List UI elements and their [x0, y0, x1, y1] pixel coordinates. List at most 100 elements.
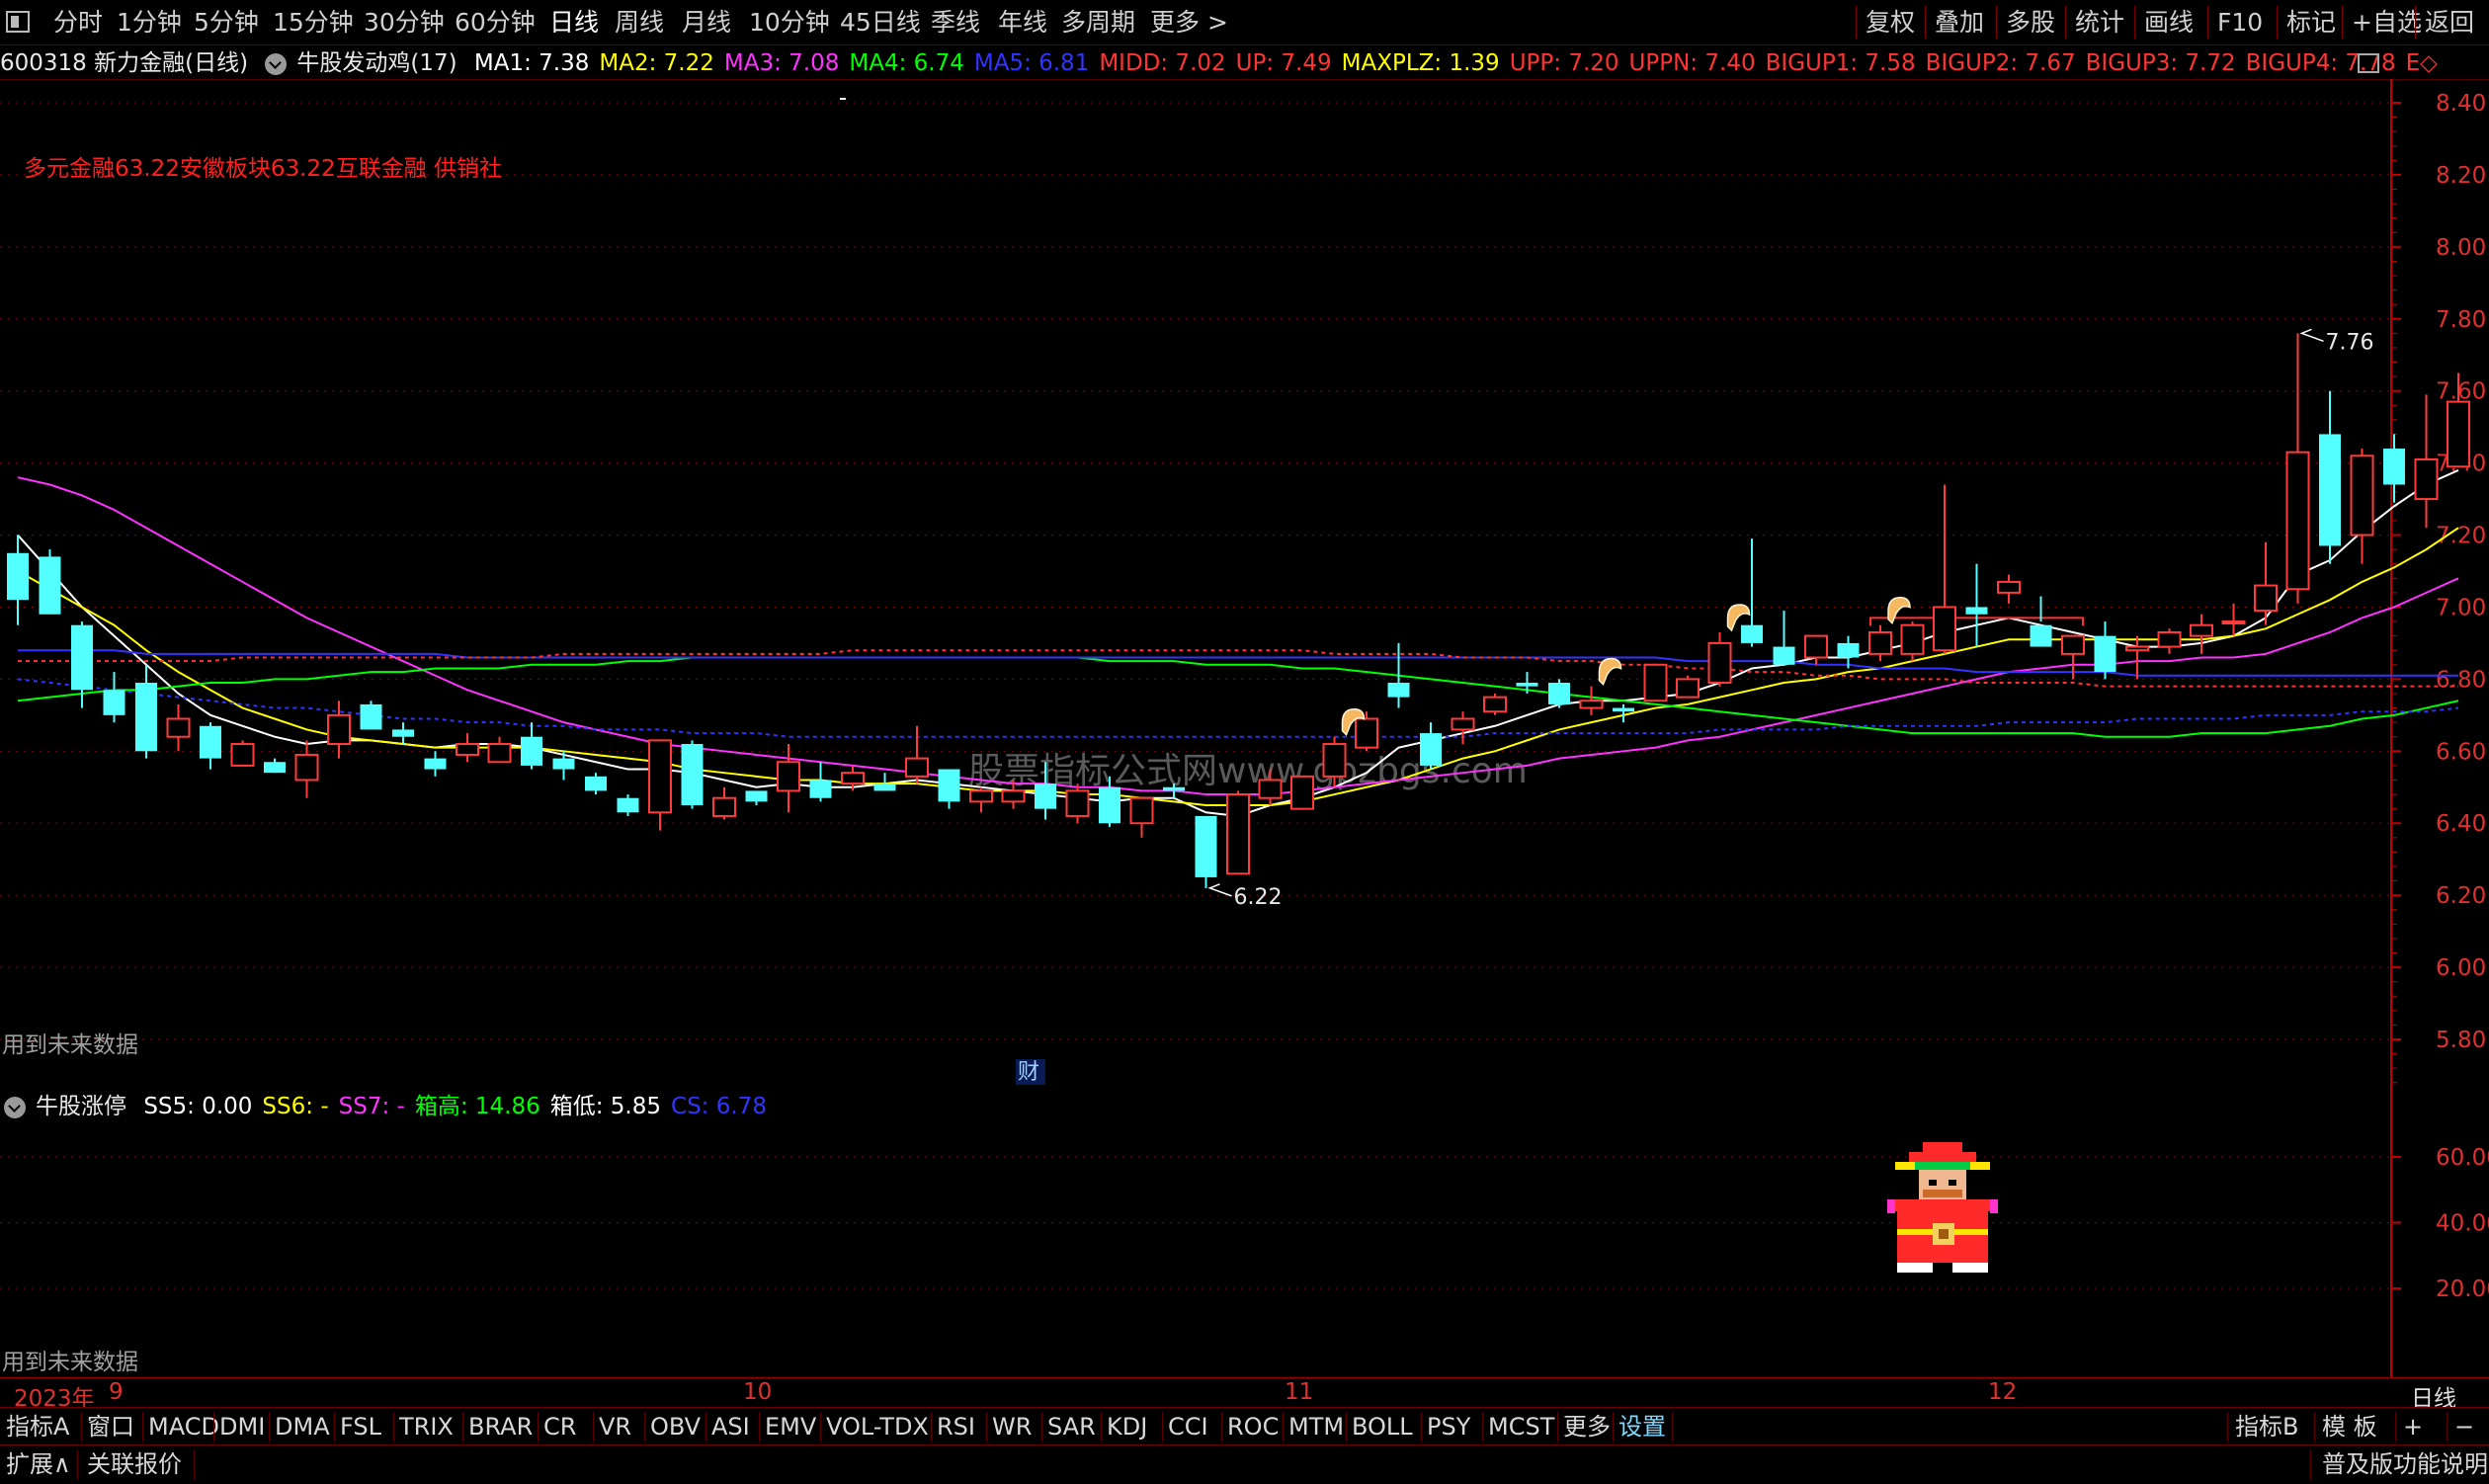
- candle: [521, 722, 542, 770]
- date-axis: 2023年 9 10 11 12 日线: [0, 1377, 2489, 1412]
- candle: [1226, 790, 1250, 875]
- toolbar-button-5[interactable]: F10: [2217, 0, 2263, 44]
- candle: [1579, 686, 1604, 715]
- indicator-tab-right-1[interactable]: 模 板: [2322, 1408, 2377, 1445]
- indicator-tab-8[interactable]: CR: [543, 1408, 576, 1445]
- toolbar-button-4[interactable]: 画线: [2144, 0, 2194, 44]
- indicator-tab-25[interactable]: 设置: [1618, 1408, 1666, 1445]
- period-tab-13[interactable]: 多周期: [1061, 0, 1135, 44]
- indicator-value-1: MA2: 7.22: [599, 50, 714, 76]
- indicator-tab-11[interactable]: ASI: [711, 1408, 750, 1445]
- month-label-11: 11: [1285, 1379, 1314, 1405]
- candle: [360, 701, 382, 730]
- sub-tick-label: 60.00: [2436, 1145, 2489, 1171]
- indicator-tab-21[interactable]: BOLL: [1352, 1408, 1413, 1445]
- indicator-tab-3[interactable]: DMI: [219, 1408, 265, 1445]
- indicator-tab-17[interactable]: KDJ: [1107, 1408, 1147, 1445]
- candle: [745, 790, 768, 805]
- indicator-tab-right-2[interactable]: +: [2403, 1408, 2423, 1445]
- ma-line-ma4: [17, 656, 2459, 738]
- period-tab-6[interactable]: 日线: [549, 0, 599, 44]
- period-tab-5[interactable]: 60分钟: [455, 0, 536, 44]
- candle: [2190, 614, 2213, 654]
- indicator-tab-19[interactable]: ROC: [1227, 1408, 1279, 1445]
- indicator-value-5: MIDD: 7.02: [1099, 50, 1226, 76]
- candle: [1965, 563, 1988, 647]
- indicator-value-4: MA5: 6.81: [973, 50, 1090, 76]
- candle: [39, 549, 61, 615]
- period-tab-14[interactable]: 更多 >: [1150, 0, 1228, 44]
- candle: [1483, 693, 1507, 715]
- indicator-tab-12[interactable]: EMV: [765, 1408, 816, 1445]
- indicator-tab-2[interactable]: MACD: [148, 1408, 219, 1445]
- candle: [712, 786, 736, 820]
- candle: [1676, 675, 1700, 699]
- indicator-tab-16[interactable]: SAR: [1047, 1408, 1096, 1445]
- kline-chart[interactable]: 8.408.208.007.807.607.407.207.006.806.60…: [0, 79, 2489, 1087]
- candle: [1933, 484, 1956, 654]
- period-tab-1[interactable]: 1分钟: [117, 0, 182, 44]
- indicator-name[interactable]: 牛股发动鸡(17): [296, 50, 456, 76]
- period-tab-11[interactable]: 季线: [931, 0, 980, 44]
- sector-text: 多元金融63.22安徽板块63.22互联金融 供销社: [24, 156, 502, 182]
- period-tab-9[interactable]: 10分钟: [749, 0, 830, 44]
- expand-button[interactable]: 扩展∧: [6, 1445, 71, 1484]
- period-tab-12[interactable]: 年线: [998, 0, 1047, 44]
- indicator-tab-20[interactable]: MTM: [1288, 1408, 1344, 1445]
- indicator-dropdown-icon[interactable]: [265, 52, 288, 75]
- price-tick-label: 6.60: [2436, 739, 2486, 765]
- candle: [2319, 390, 2341, 564]
- indicator-tab-1[interactable]: 窗口: [87, 1408, 134, 1445]
- candle: [294, 740, 319, 798]
- bull-signal-icon: [1598, 657, 1622, 687]
- indicator-tab-15[interactable]: WR: [992, 1408, 1032, 1445]
- period-tab-10[interactable]: 45日线: [840, 0, 921, 44]
- indicator-tab-5[interactable]: FSL: [340, 1408, 381, 1445]
- period-tab-7[interactable]: 周线: [615, 0, 664, 44]
- candle: [327, 701, 351, 759]
- indicator-tab-right-3[interactable]: −: [2454, 1408, 2474, 1445]
- ma-line-cs: [17, 678, 2459, 738]
- indicator-tab-6[interactable]: TRIX: [399, 1408, 454, 1445]
- period-tab-3[interactable]: 15分钟: [273, 0, 354, 44]
- indicator-tab-10[interactable]: OBV: [650, 1408, 701, 1445]
- month-label-10: 10: [743, 1379, 773, 1405]
- toolbar-button-6[interactable]: 标记: [2286, 0, 2336, 44]
- toolbar-button-3[interactable]: 统计: [2075, 0, 2124, 44]
- toolbar-button-8[interactable]: 返回: [2425, 0, 2474, 44]
- status-bar: 扩展∧ 关联报价 普及版功能说明: [0, 1444, 2489, 1484]
- indicator-tab-18[interactable]: CCI: [1168, 1408, 1208, 1445]
- candle: [617, 794, 639, 816]
- toolbar-button-7[interactable]: +自选: [2352, 0, 2422, 44]
- indicator-tab-24[interactable]: 更多: [1563, 1408, 1611, 1445]
- toolbar-button-0[interactable]: 复权: [1866, 0, 1915, 44]
- indicator-tab-4[interactable]: DMA: [275, 1408, 330, 1445]
- price-tick-label: 8.40: [2436, 91, 2486, 117]
- related-quote-button[interactable]: 关联报价: [87, 1445, 182, 1484]
- toolbar-button-2[interactable]: 多股: [2006, 0, 2055, 44]
- indicator-tab-7[interactable]: BRAR: [468, 1408, 533, 1445]
- indicator-tab-22[interactable]: PSY: [1427, 1408, 1470, 1445]
- indicator-tab-9[interactable]: VR: [599, 1408, 631, 1445]
- indicator-tab-14[interactable]: RSI: [937, 1408, 975, 1445]
- sub-indicator-chart[interactable]: 60.00 40.00 20.00 用到未来数据: [0, 1087, 2489, 1377]
- period-tab-8[interactable]: 月线: [682, 0, 731, 44]
- candle: [1451, 711, 1475, 745]
- candle: [1868, 624, 1892, 662]
- toolbar-button-1[interactable]: 叠加: [1935, 0, 1984, 44]
- candle: [1707, 631, 1732, 687]
- candle: [2157, 628, 2182, 654]
- candle: [1129, 796, 1154, 838]
- window-menu-icon[interactable]: [6, 11, 30, 33]
- candle: [2030, 596, 2052, 647]
- panel-toggle-icon[interactable]: [2358, 53, 2379, 73]
- indicator-tab-right-0[interactable]: 指标B: [2235, 1408, 2298, 1445]
- indicator-value-8: UPP: 7.20: [1509, 50, 1619, 76]
- indicator-tab-13[interactable]: VOL-TDX: [826, 1408, 929, 1445]
- period-tab-4[interactable]: 30分钟: [364, 0, 445, 44]
- period-tab-0[interactable]: 分时: [53, 0, 103, 44]
- period-tab-2[interactable]: 5分钟: [194, 0, 259, 44]
- indicator-tab-23[interactable]: MCST: [1488, 1408, 1554, 1445]
- edition-info-link[interactable]: 普及版功能说明: [2322, 1445, 2488, 1484]
- indicator-tab-0[interactable]: 指标A: [6, 1408, 69, 1445]
